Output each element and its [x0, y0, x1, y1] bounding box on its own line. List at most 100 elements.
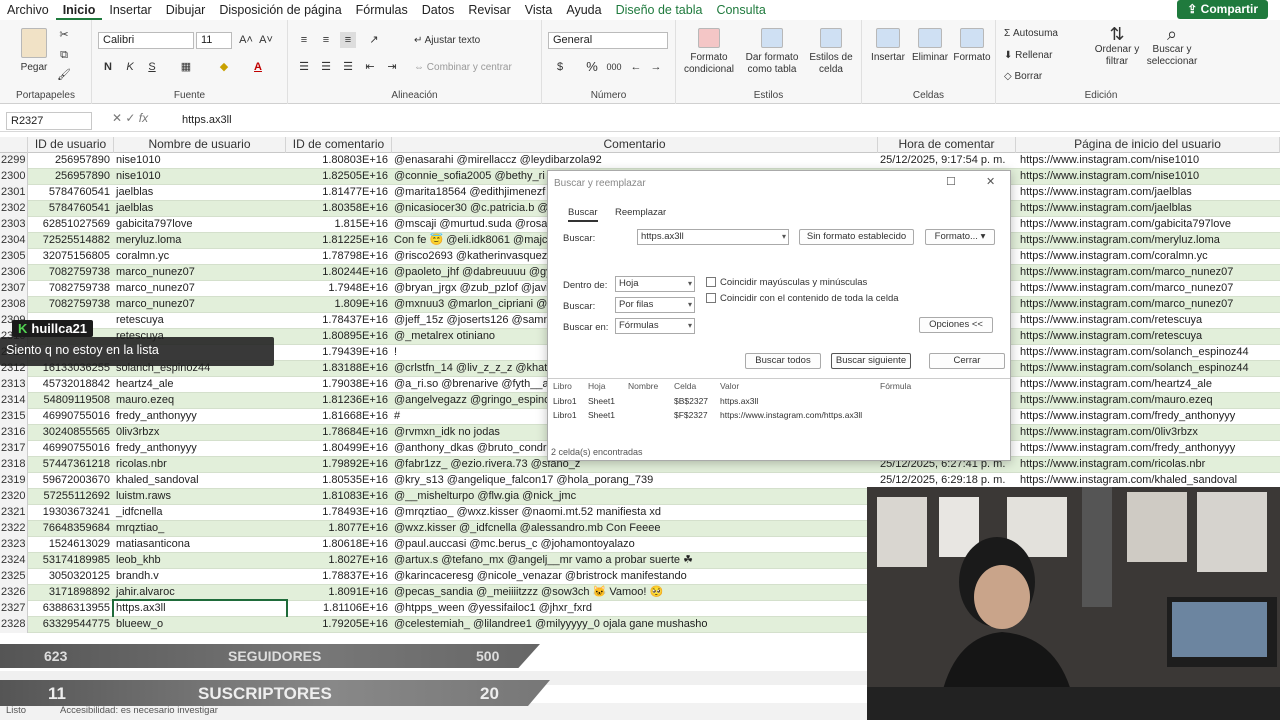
cell-user-id[interactable]: 19303673241 [28, 505, 112, 521]
cell-page[interactable]: https://www.instagram.com/nise1010 [1018, 169, 1280, 185]
cell-comment[interactable]: @mrqztiao_ @wxz.kisser @naomi.mt.52 mani… [392, 505, 872, 521]
cell-comment-id[interactable]: 1.82505E+16 [286, 169, 390, 185]
align-right-icon[interactable]: ☰ [340, 59, 356, 75]
cell-username[interactable]: jahir.alvaroc [114, 585, 286, 601]
increase-decimal-icon[interactable]: ← [628, 59, 644, 75]
cell-username[interactable]: nise1010 [114, 153, 286, 169]
font-size-select[interactable]: 11 [196, 32, 232, 49]
cell-user-id[interactable]: 72525514882 [28, 233, 112, 249]
autosum-button[interactable]: Σ Autosuma [1004, 28, 1058, 40]
cell-comment-id[interactable]: 1.78493E+16 [286, 505, 390, 521]
merge-center-button[interactable]: ⇔ Combinar y centrar [414, 62, 512, 74]
clear-button[interactable]: ◇ Borrar [1004, 71, 1042, 83]
menu-ayuda[interactable]: Ayuda [559, 0, 608, 20]
cell-user-id[interactable]: 59672003670 [28, 473, 112, 489]
cell-comment-id[interactable]: 1.81083E+16 [286, 489, 390, 505]
orientation-icon[interactable]: ↗ [366, 32, 382, 48]
cell-comment-id[interactable]: 1.7948E+16 [286, 281, 390, 297]
cell-comment-id[interactable]: 1.79439E+16 [286, 345, 390, 361]
cell-user-id[interactable]: 5784760541 [28, 201, 112, 217]
cell-username[interactable]: retescuya [114, 313, 286, 329]
cell-user-id[interactable]: 3171898892 [28, 585, 112, 601]
row-number[interactable]: 2322 [0, 521, 28, 537]
close-icon[interactable]: ✕ [986, 175, 995, 188]
cell-comment[interactable]: @karincaceresg @nicole_venazar @bristroc… [392, 569, 872, 585]
cell-username[interactable]: jaelblas [114, 185, 286, 201]
row-number[interactable]: 2326 [0, 585, 28, 601]
bold-button[interactable]: N [100, 59, 116, 75]
menu-revisar[interactable]: Revisar [461, 0, 517, 20]
cell-user-id[interactable]: 5784760541 [28, 185, 112, 201]
fill-button[interactable]: ⬇ Rellenar [1004, 50, 1052, 62]
cell-page[interactable]: https://www.instagram.com/mauro.ezeq [1018, 393, 1280, 409]
within-select[interactable]: Hoja ▾ [615, 276, 695, 292]
cell-comment-id[interactable]: 1.809E+16 [286, 297, 390, 313]
insert-cells-button[interactable]: Insertar [868, 28, 908, 64]
cell-page[interactable]: https://www.instagram.com/meryluz.loma [1018, 233, 1280, 249]
align-center-icon[interactable]: ☰ [318, 59, 334, 75]
cell-page[interactable]: https://www.instagram.com/0liv3rbzx [1018, 425, 1280, 441]
cell-page[interactable]: https://www.instagram.com/nise1010 [1018, 153, 1280, 169]
cell-username[interactable]: luistm.raws [114, 489, 286, 505]
cell-username[interactable]: fredy_anthonyyy [114, 441, 286, 457]
cell-page[interactable]: https://www.instagram.com/solanch_espino… [1018, 345, 1280, 361]
cell-page[interactable]: https://www.instagram.com/fredy_anthonyy… [1018, 441, 1280, 457]
cell-page[interactable]: https://www.instagram.com/marco_nunez07 [1018, 297, 1280, 313]
cell-comment-id[interactable]: 1.80499E+16 [286, 441, 390, 457]
cell-username[interactable]: nise1010 [114, 169, 286, 185]
search-select[interactable]: Por filas ▾ [615, 297, 695, 313]
cell-username[interactable]: marco_nunez07 [114, 297, 286, 313]
cell-page[interactable]: https://www.instagram.com/solanch_espino… [1018, 361, 1280, 377]
result-row[interactable]: Libro1 Sheet1 $F$2327 https://www.instag… [548, 410, 1010, 424]
results-col-name[interactable]: Nombre [628, 381, 658, 391]
cell-username[interactable]: matiasanticona [114, 537, 286, 553]
increase-indent-icon[interactable]: ⇥ [384, 59, 400, 75]
row-number[interactable]: 2300 [0, 169, 28, 185]
cell-username[interactable]: gabicita797love [114, 217, 286, 233]
cell-page[interactable]: https://www.instagram.com/retescuya [1018, 329, 1280, 345]
menu-inicio[interactable]: Inicio [55, 0, 103, 20]
delete-cells-button[interactable]: Eliminar [908, 28, 952, 64]
cell-user-id[interactable]: 76648359684 [28, 521, 112, 537]
cell-comment-id[interactable]: 1.79892E+16 [286, 457, 390, 473]
cell-username[interactable]: https.ax3ll [112, 599, 288, 619]
results-col-book[interactable]: Libro [553, 381, 572, 391]
cell-comment-id[interactable]: 1.81477E+16 [286, 185, 390, 201]
row-number[interactable]: 2317 [0, 441, 28, 457]
cell-comment[interactable]: @__mishelturpo @flw.gia @nick_jmc [392, 489, 872, 505]
decrease-indent-icon[interactable]: ⇤ [362, 59, 378, 75]
font-color-icon[interactable]: A [250, 59, 266, 75]
format-table-button[interactable]: Dar formato como tabla [742, 28, 802, 76]
cell-user-id[interactable]: 57447361218 [28, 457, 112, 473]
results-col-cell[interactable]: Celda [674, 381, 696, 391]
cell-comment-id[interactable]: 1.8091E+16 [286, 585, 390, 601]
menu-consulta[interactable]: Consulta [709, 0, 772, 20]
col-header-comment[interactable]: Comentario [392, 137, 878, 153]
cell-page[interactable]: https://www.instagram.com/retescuya [1018, 313, 1280, 329]
enter-icon[interactable]: ✓ [125, 111, 138, 125]
cell-user-id[interactable]: 53174189985 [28, 553, 112, 569]
row-number[interactable]: 2299 [0, 153, 28, 169]
align-middle-icon[interactable]: ≡ [318, 32, 334, 48]
menu-diseno-tabla[interactable]: Diseño de tabla [609, 0, 710, 20]
cell-username[interactable]: leob_khb [114, 553, 286, 569]
cell-username[interactable]: _idfcnella [114, 505, 286, 521]
percent-button[interactable]: % [584, 59, 600, 75]
conditional-format-button[interactable]: Formato condicional [678, 28, 740, 76]
maximize-icon[interactable]: ☐ [946, 175, 956, 188]
chevron-down-icon[interactable]: ▾ [782, 230, 786, 244]
grow-font-icon[interactable]: A˄ [238, 32, 254, 48]
cell-comment[interactable]: @enasarahi @mirellaccz @leydibarzola92 [392, 153, 872, 169]
cell-username[interactable]: marco_nunez07 [114, 281, 286, 297]
cell-comment-id[interactable]: 1.78684E+16 [286, 425, 390, 441]
cell-username[interactable]: 0liv3rbzx [114, 425, 286, 441]
cell-comment[interactable]: @artux.s @tefano_mx @angelj__mr vamo a p… [392, 553, 872, 569]
row-number[interactable]: 2303 [0, 217, 28, 233]
cell-comment-id[interactable]: 1.8027E+16 [286, 553, 390, 569]
cell-styles-button[interactable]: Estilos de celda [804, 28, 858, 76]
cancel-icon[interactable]: ✕ [112, 111, 125, 125]
cell-comment[interactable]: @kry_s13 @angelique_falcon17 @hola_poran… [392, 473, 872, 489]
cell-comment-id[interactable]: 1.80358E+16 [286, 201, 390, 217]
align-top-icon[interactable]: ≡ [296, 32, 312, 48]
cell-user-id[interactable]: 46990755016 [28, 441, 112, 457]
